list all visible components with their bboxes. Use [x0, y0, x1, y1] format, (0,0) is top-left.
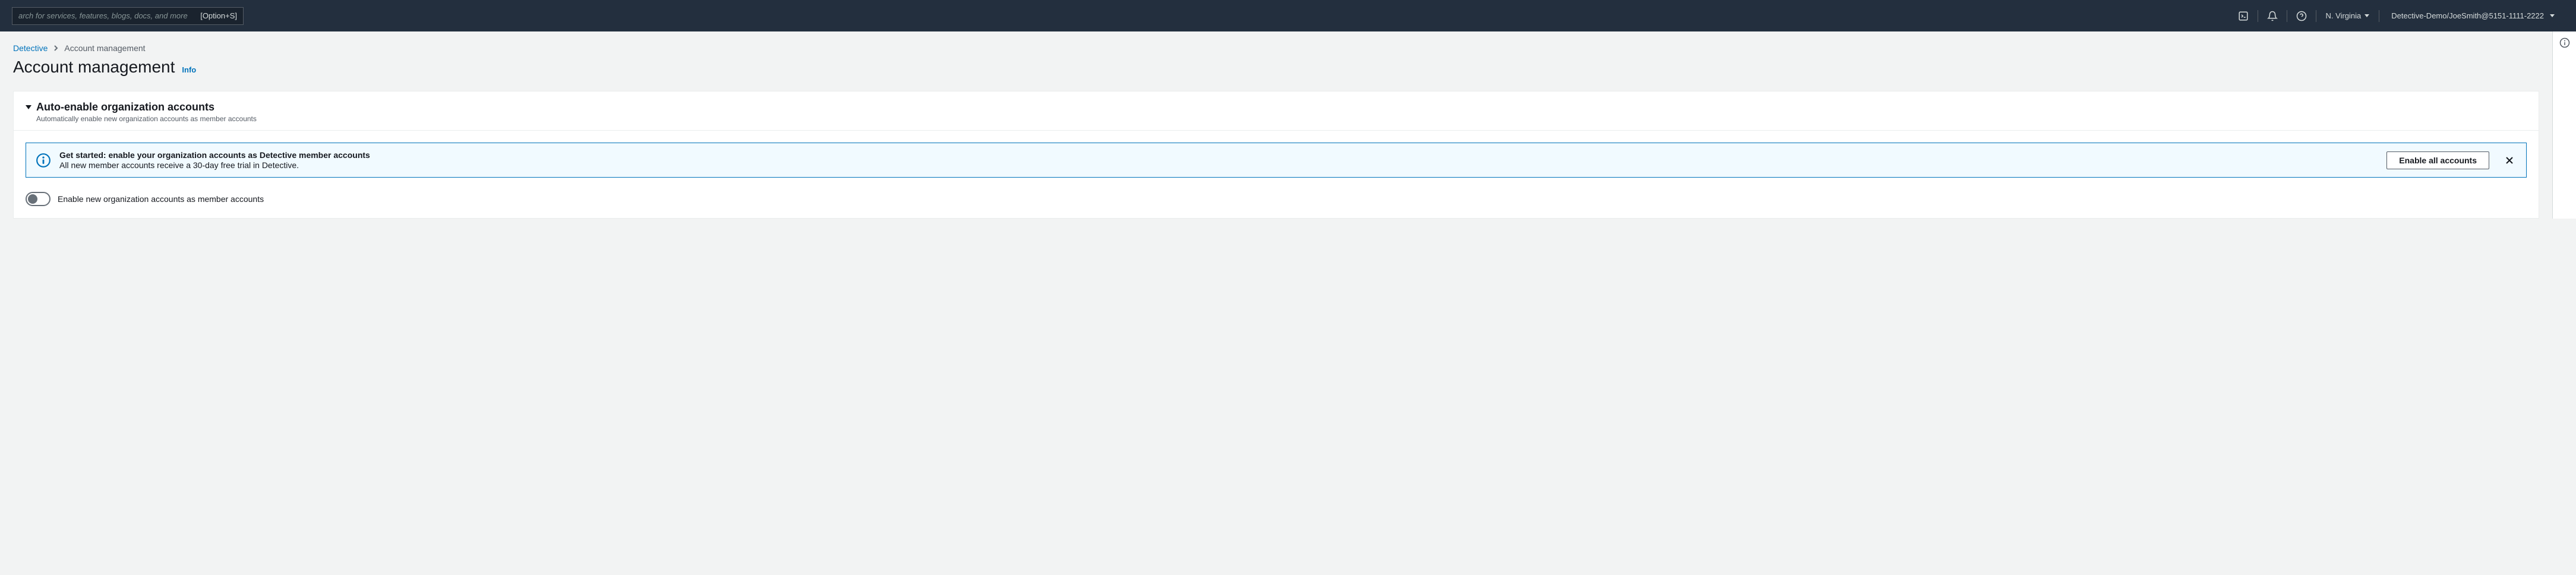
expand-triangle-icon — [26, 105, 31, 109]
account-menu[interactable]: Detective-Demo/JoeSmith@5151-1111-2222 — [2382, 11, 2564, 20]
top-navigation-bar: arch for services, features, blogs, docs… — [0, 0, 2576, 31]
search-shortcut-hint: [Option+S] — [200, 11, 237, 20]
region-selector[interactable]: N. Virginia — [2319, 11, 2377, 20]
chevron-right-icon — [53, 45, 58, 52]
caret-down-icon — [2365, 14, 2369, 17]
panel-title: Auto-enable organization accounts — [36, 101, 214, 113]
panel-body: Get started: enable your organization ac… — [14, 131, 2539, 218]
search-placeholder-text: arch for services, features, blogs, docs… — [18, 11, 188, 20]
enable-new-accounts-toggle-row: Enable new organization accounts as memb… — [26, 192, 2527, 206]
toggle-knob — [28, 194, 37, 204]
panel-header[interactable]: Auto-enable organization accounts Automa… — [14, 91, 2539, 131]
cloudshell-icon[interactable] — [2231, 4, 2255, 28]
page-title: Account management — [13, 58, 175, 77]
banner-description: All new member accounts receive a 30-day… — [59, 160, 2378, 170]
global-search-input[interactable]: arch for services, features, blogs, docs… — [12, 7, 244, 25]
breadcrumb: Detective Account management — [13, 43, 2552, 53]
caret-down-icon — [2550, 14, 2555, 17]
side-info-strip — [2552, 31, 2576, 219]
info-icon — [36, 153, 51, 168]
page-title-row: Account management Info — [13, 58, 2552, 77]
enable-new-accounts-toggle[interactable] — [26, 192, 50, 206]
main-content-area: Detective Account management Account man… — [0, 31, 2552, 219]
close-icon[interactable] — [2502, 153, 2517, 168]
account-name-text: Detective-Demo/JoeSmith@5151-1111-2222 — [2391, 11, 2544, 20]
get-started-banner: Get started: enable your organization ac… — [26, 143, 2527, 178]
notifications-icon[interactable] — [2261, 4, 2284, 28]
breadcrumb-root-link[interactable]: Detective — [13, 43, 48, 53]
auto-enable-panel: Auto-enable organization accounts Automa… — [13, 91, 2539, 219]
banner-title: Get started: enable your organization ac… — [59, 150, 2378, 160]
region-label: N. Virginia — [2326, 11, 2362, 20]
info-panel-toggle-icon[interactable] — [2559, 37, 2570, 219]
help-icon[interactable] — [2290, 4, 2313, 28]
panel-description: Automatically enable new organization ac… — [26, 115, 2527, 123]
toggle-label: Enable new organization accounts as memb… — [58, 194, 264, 204]
topbar-icon-group: N. Virginia Detective-Demo/JoeSmith@5151… — [2231, 4, 2564, 28]
info-link[interactable]: Info — [182, 65, 196, 74]
enable-all-accounts-button[interactable]: Enable all accounts — [2386, 151, 2489, 169]
banner-text-block: Get started: enable your organization ac… — [59, 150, 2378, 170]
breadcrumb-current: Account management — [64, 43, 145, 53]
